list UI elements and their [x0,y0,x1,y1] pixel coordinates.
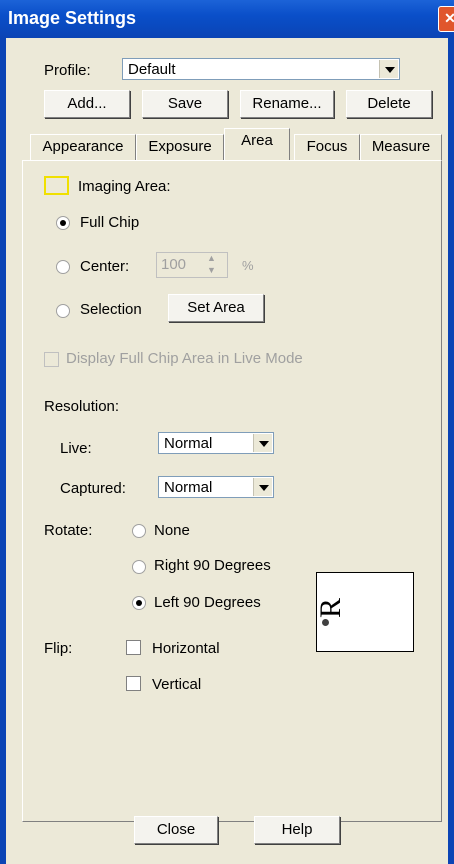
flip-horizontal-checkbox[interactable] [126,640,141,655]
profile-value: Default [128,61,176,78]
display-full-chip-checkbox[interactable] [44,352,59,367]
center-radio[interactable] [56,260,70,274]
rotate-left-label: Left 90 Degrees [154,594,261,611]
chevron-down-icon[interactable] [379,60,398,78]
selection-label: Selection [80,301,142,318]
center-spinner[interactable]: 100 ▲ ▼ [156,252,228,278]
center-unit: % [242,258,254,273]
full-chip-radio[interactable] [56,216,70,230]
live-resolution-dropdown[interactable]: Normal [158,432,274,454]
tab-focus[interactable]: Focus [294,134,360,160]
profile-label: Profile: [44,62,91,79]
tab-appearance[interactable]: Appearance [30,134,136,160]
captured-resolution-value: Normal [164,479,213,496]
set-area-button[interactable]: Set Area [168,294,264,322]
tab-exposure[interactable]: Exposure [136,134,224,160]
flip-horizontal-label: Horizontal [152,640,220,657]
imaging-area-label: Imaging Area: [78,178,171,195]
window-frame-left [0,38,6,864]
spin-up-icon[interactable]: ▲ [207,253,216,263]
display-full-chip-label: Display Full Chip Area in Live Mode [66,350,303,367]
center-label: Center: [80,258,130,275]
rotate-right-radio[interactable] [132,560,146,574]
captured-label: Captured: [60,480,126,497]
spin-down-icon[interactable]: ▼ [207,265,216,275]
rotation-preview: R [314,572,414,652]
tab-measure[interactable]: Measure [360,134,442,160]
captured-resolution-dropdown[interactable]: Normal [158,476,274,498]
add-button[interactable]: Add... [44,90,130,118]
profile-dropdown[interactable]: Default [122,58,400,80]
save-button[interactable]: Save [142,90,228,118]
chevron-down-icon[interactable] [253,434,272,452]
center-value: 100 [161,256,187,273]
rotate-none-label: None [154,522,190,539]
rotate-none-radio[interactable] [132,524,146,538]
rename-button[interactable]: Rename... [240,90,334,118]
flip-vertical-checkbox[interactable] [126,676,141,691]
resolution-label: Resolution: [44,398,120,415]
chevron-down-icon[interactable] [253,478,272,496]
live-label: Live: [60,440,92,457]
full-chip-label: Full Chip [80,214,140,231]
help-button[interactable]: Help [254,816,340,844]
live-resolution-value: Normal [164,435,213,452]
rotate-right-label: Right 90 Degrees [154,557,271,574]
flip-label: Flip: [44,640,73,657]
flip-vertical-label: Vertical [152,676,202,693]
rotate-left-radio[interactable] [132,596,146,610]
window-frame-right [448,38,454,864]
tab-area[interactable]: Area [224,128,290,160]
delete-button[interactable]: Delete [346,90,432,118]
close-button[interactable]: Close [134,816,218,844]
preview-origin-dot [322,619,329,626]
imaging-area-color-swatch[interactable] [44,176,69,195]
title-bar: Image Settings ✕ [0,0,454,38]
close-icon[interactable]: ✕ [438,6,454,32]
preview-letter: R [314,597,348,619]
rotate-label: Rotate: [44,522,93,539]
window-title: Image Settings [8,8,137,28]
selection-radio[interactable] [56,304,70,318]
